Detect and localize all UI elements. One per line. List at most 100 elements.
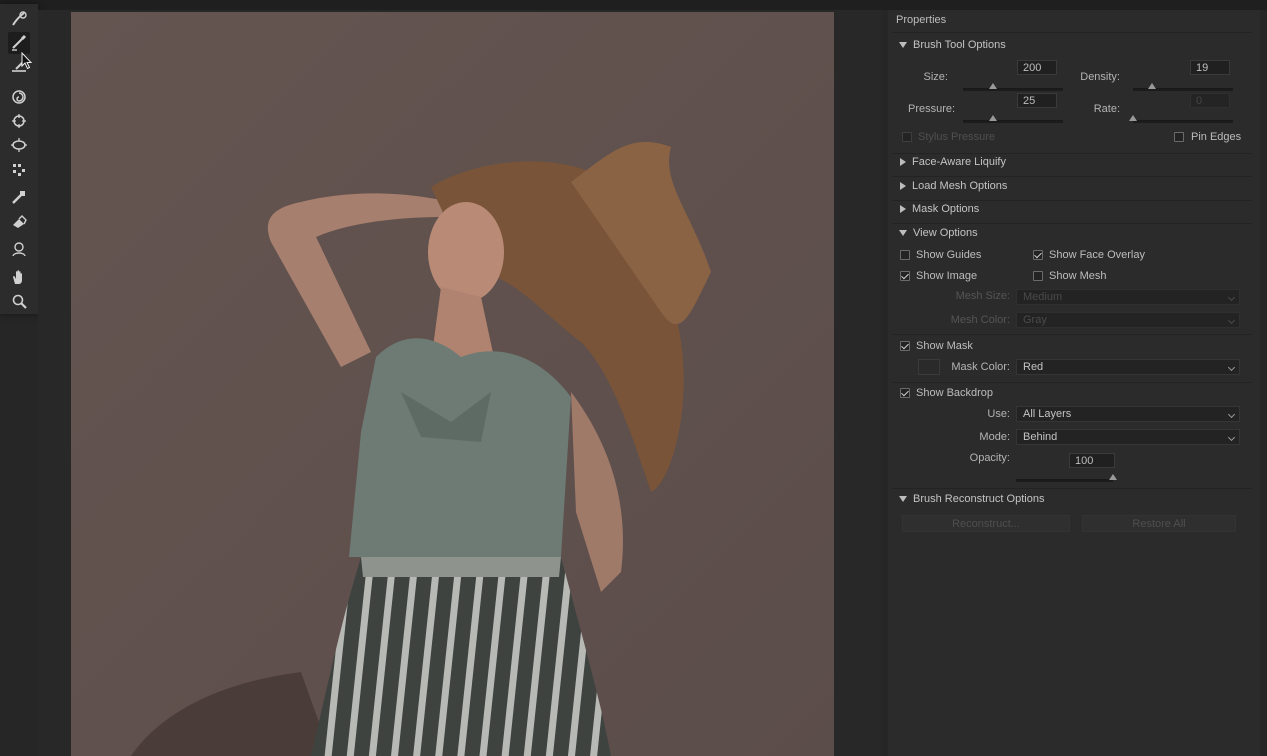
stylus-pressure-label: Stylus Pressure: [918, 131, 996, 143]
pin-edges-label: Pin Edges: [1191, 131, 1242, 143]
show-mask-label: Show Mask: [916, 340, 973, 352]
size-slider-thumb[interactable]: [989, 83, 997, 89]
size-label: Size:: [923, 71, 948, 83]
brush-reconstruct-options-header[interactable]: Brush Reconstruct Options: [899, 493, 1044, 505]
mode-label: Mode:: [979, 431, 1010, 443]
pressure-field[interactable]: 25: [1017, 93, 1057, 108]
hand-icon[interactable]: [8, 266, 30, 288]
mask-color-label: Mask Color:: [951, 361, 1010, 373]
zoom-icon[interactable]: [8, 290, 30, 312]
divider: [892, 382, 1252, 383]
mask-color-value: Red: [1023, 361, 1044, 373]
chevron-down-icon: [1227, 316, 1236, 325]
thaw-mask-icon[interactable]: [8, 210, 30, 232]
show-face-overlay-checkbox[interactable]: [1033, 250, 1043, 260]
pin-edges-checkbox[interactable]: [1174, 132, 1184, 142]
divider: [892, 176, 1252, 177]
show-mesh-checkbox[interactable]: [1033, 271, 1043, 281]
section-label: Brush Tool Options: [913, 39, 1006, 51]
restore-all-button[interactable]: Restore All: [1082, 515, 1236, 532]
show-image-checkbox[interactable]: [900, 271, 910, 281]
mesh-size-label: Mesh Size:: [955, 290, 1010, 302]
section-label: Mask Options: [912, 203, 980, 215]
freeze-mask-icon[interactable]: [8, 186, 30, 208]
forward-warp-icon[interactable]: [8, 8, 30, 30]
show-image-label: Show Image: [916, 270, 978, 282]
disclosure-expanded-icon: [899, 230, 907, 236]
opacity-slider-thumb[interactable]: [1109, 474, 1117, 480]
stylus-pressure-checkbox[interactable]: [902, 132, 912, 142]
chevron-down-icon: [1227, 410, 1236, 419]
show-mesh-label: Show Mesh: [1049, 270, 1107, 282]
use-value: All Layers: [1023, 408, 1072, 420]
bloat-icon[interactable]: [8, 134, 30, 156]
top-bar: [0, 0, 1267, 10]
brush-tool-options-header[interactable]: Brush Tool Options: [899, 39, 1006, 51]
liquify-toolbar: [0, 4, 38, 314]
rate-slider[interactable]: [1133, 120, 1233, 123]
opacity-slider[interactable]: [1016, 479, 1113, 482]
properties-panel: Properties Brush Tool Options Size: 200 …: [888, 10, 1260, 756]
mode-dropdown[interactable]: Behind: [1016, 429, 1240, 445]
pressure-slider-thumb[interactable]: [989, 115, 997, 121]
mesh-color-dropdown[interactable]: Gray: [1016, 312, 1240, 328]
section-label: Brush Reconstruct Options: [913, 493, 1045, 505]
chevron-down-icon: [1227, 293, 1236, 302]
chevron-down-icon: [1227, 363, 1236, 372]
rate-slider-thumb[interactable]: [1129, 115, 1137, 121]
show-guides-checkbox[interactable]: [900, 250, 910, 260]
mask-options-header[interactable]: Mask Options: [899, 203, 979, 215]
mode-value: Behind: [1023, 431, 1058, 443]
use-dropdown[interactable]: All Layers: [1016, 406, 1240, 422]
use-label: Use:: [987, 408, 1010, 420]
opacity-label: Opacity:: [969, 452, 1010, 464]
rate-field[interactable]: 0: [1190, 93, 1230, 108]
divider: [892, 32, 1252, 33]
show-guides-label: Show Guides: [916, 249, 982, 261]
divider: [892, 488, 1252, 489]
section-label: View Options: [913, 227, 978, 239]
disclosure-expanded-icon: [899, 496, 907, 502]
mask-color-dropdown[interactable]: Red: [1016, 359, 1240, 375]
show-backdrop-label: Show Backdrop: [916, 387, 994, 399]
mouse-cursor-icon: [21, 52, 33, 70]
disclosure-collapsed-icon: [900, 205, 906, 213]
mesh-color-label: Mesh Color:: [950, 314, 1010, 326]
chevron-down-icon: [1227, 433, 1236, 442]
twirl-icon[interactable]: [8, 86, 30, 108]
disclosure-expanded-icon: [899, 42, 907, 48]
mesh-color-value: Gray: [1023, 314, 1047, 326]
rate-label: Rate:: [1093, 103, 1120, 115]
section-label: Load Mesh Options: [912, 180, 1008, 192]
pressure-label: Pressure:: [908, 103, 956, 115]
show-face-overlay-label: Show Face Overlay: [1049, 249, 1145, 261]
face-aware-liquify-header[interactable]: Face-Aware Liquify: [899, 156, 1006, 168]
view-options-header[interactable]: View Options: [899, 227, 978, 239]
reconstruct-button[interactable]: Reconstruct...: [902, 515, 1070, 532]
mesh-size-dropdown[interactable]: Medium: [1016, 289, 1240, 305]
divider: [892, 223, 1252, 224]
show-backdrop-checkbox[interactable]: [900, 388, 910, 398]
pressure-slider[interactable]: [963, 120, 1063, 123]
reconstruct-icon[interactable]: [8, 32, 30, 54]
image-preview[interactable]: [71, 12, 834, 756]
section-label: Face-Aware Liquify: [912, 156, 1006, 168]
divider: [892, 334, 1252, 335]
canvas-area[interactable]: [38, 10, 881, 756]
density-slider-thumb[interactable]: [1148, 83, 1156, 89]
divider: [892, 200, 1252, 201]
show-mask-checkbox[interactable]: [900, 341, 910, 351]
density-field[interactable]: 19: [1190, 60, 1230, 75]
size-slider[interactable]: [963, 88, 1063, 91]
pucker-icon[interactable]: [8, 110, 30, 132]
opacity-field[interactable]: 100: [1069, 453, 1115, 468]
density-label: Density:: [1080, 71, 1120, 83]
load-mesh-options-header[interactable]: Load Mesh Options: [899, 180, 1007, 192]
size-field[interactable]: 200: [1017, 60, 1057, 75]
mesh-size-value: Medium: [1023, 291, 1063, 303]
panel-title: Properties: [896, 14, 947, 26]
face-icon[interactable]: [8, 238, 30, 260]
divider: [892, 153, 1252, 154]
disclosure-collapsed-icon: [900, 158, 906, 166]
push-left-icon[interactable]: [8, 158, 30, 180]
